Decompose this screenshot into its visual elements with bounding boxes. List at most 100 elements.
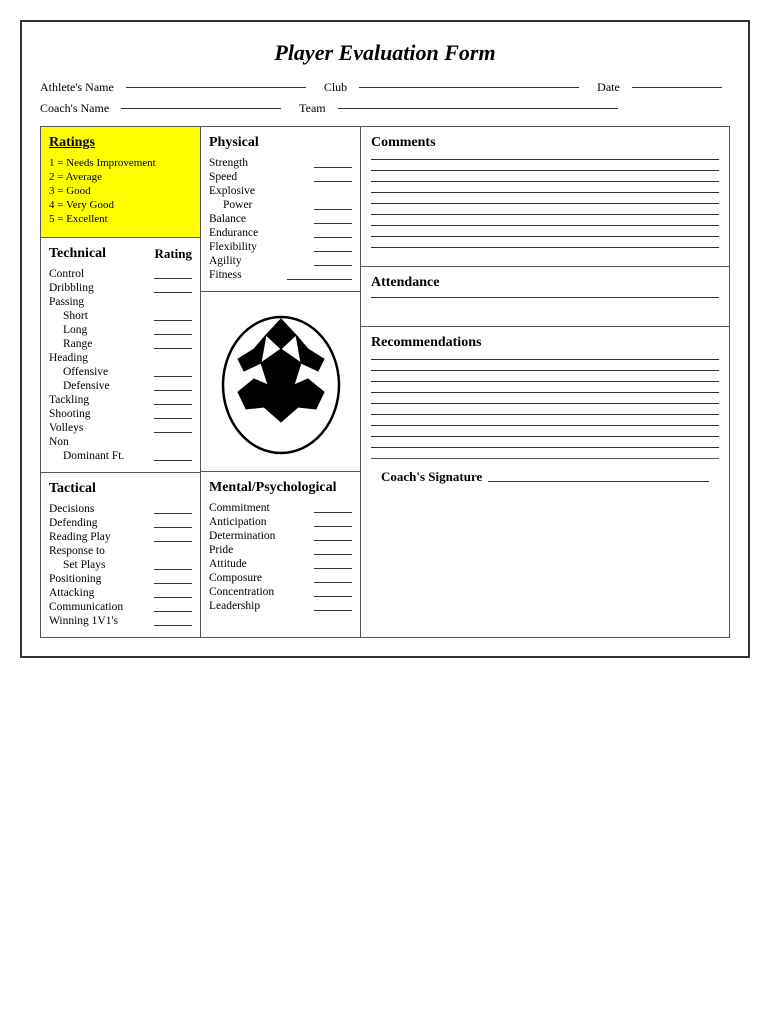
skill-name: Attacking <box>49 587 94 599</box>
skill-offensive: Offensive <box>49 366 192 378</box>
skill-rating[interactable] <box>314 559 352 569</box>
rating-item-5: 5 = Excellent <box>49 213 192 225</box>
skill-rating[interactable] <box>154 283 192 293</box>
skill-rating[interactable] <box>314 601 352 611</box>
skill-rating[interactable] <box>314 545 352 555</box>
skill-name: Dominant Ft. <box>63 450 124 462</box>
skill-rating[interactable] <box>154 269 192 279</box>
skill-rating[interactable] <box>154 602 192 612</box>
skill-rating[interactable] <box>314 573 352 583</box>
skill-name: Defending <box>49 517 98 529</box>
mental-commitment: Commitment <box>209 502 352 514</box>
skill-name: Anticipation <box>209 516 267 528</box>
date-field[interactable] <box>632 87 722 88</box>
skill-name: Power <box>223 199 252 211</box>
skill-rating[interactable] <box>154 339 192 349</box>
skill-long: Long <box>49 324 192 336</box>
skill-dribbling: Dribbling <box>49 282 192 294</box>
skill-rating[interactable] <box>314 256 352 266</box>
mental-leadership: Leadership <box>209 600 352 612</box>
skill-name: Communication <box>49 601 123 613</box>
ratings-box: Ratings 1 = Needs Improvement 2 = Averag… <box>41 127 200 238</box>
skill-rating[interactable] <box>314 228 352 238</box>
skill-attacking: Attacking <box>49 587 192 599</box>
skill-rating[interactable] <box>154 532 192 542</box>
team-field[interactable] <box>338 108 618 109</box>
skill-rating[interactable] <box>314 517 352 527</box>
recommendations-title: Recommendations <box>371 335 719 351</box>
rec-line <box>371 370 719 371</box>
skill-name: Composure <box>209 572 262 584</box>
phys-endurance: Endurance <box>209 227 352 239</box>
skill-rating[interactable] <box>154 560 192 570</box>
rec-line <box>371 392 719 393</box>
phys-balance: Balance <box>209 213 352 225</box>
left-column: Ratings 1 = Needs Improvement 2 = Averag… <box>41 127 201 637</box>
skill-rating[interactable] <box>314 531 352 541</box>
club-label: Club <box>324 80 347 95</box>
comment-line <box>371 203 719 204</box>
skill-response-to: Response to <box>49 545 192 557</box>
coaches-sig-label: Coach's Signature <box>381 469 482 485</box>
skill-rating[interactable] <box>154 504 192 514</box>
technical-title: Technical <box>49 246 106 262</box>
skill-rating[interactable] <box>314 214 352 224</box>
rec-line <box>371 381 719 382</box>
skill-rating[interactable] <box>154 395 192 405</box>
skill-rating[interactable] <box>154 409 192 419</box>
skill-rating[interactable] <box>154 423 192 433</box>
skill-name: Winning 1V1's <box>49 615 118 627</box>
skill-rating[interactable] <box>154 518 192 528</box>
phys-strength: Strength <box>209 157 352 169</box>
skill-rating[interactable] <box>314 242 352 252</box>
skill-rating[interactable] <box>154 451 192 461</box>
comment-line <box>371 247 719 248</box>
sig-line[interactable] <box>488 472 709 482</box>
skill-rating[interactable] <box>314 503 352 513</box>
tactical-title: Tactical <box>49 481 192 497</box>
skill-rating[interactable] <box>154 367 192 377</box>
header-row1: Athlete's Name Club Date <box>40 80 730 95</box>
athlete-field[interactable] <box>126 87 306 88</box>
skill-set-plays: Set Plays <box>49 559 192 571</box>
coach-label: Coach's Name <box>40 101 109 116</box>
skill-name: Speed <box>209 171 237 183</box>
rating-item-2: 2 = Average <box>49 171 192 183</box>
phys-explosive: Explosive <box>209 185 352 197</box>
coach-field[interactable] <box>121 108 281 109</box>
phys-speed: Speed <box>209 171 352 183</box>
right-column: Comments Attendance Recommendations <box>361 127 729 637</box>
skill-rating[interactable] <box>314 587 352 597</box>
skill-rating[interactable] <box>314 172 352 182</box>
skill-rating[interactable] <box>154 381 192 391</box>
tactical-section: Tactical Decisions Defending Reading Pla… <box>41 473 200 637</box>
physical-section: Physical Strength Speed Explosive Power <box>201 127 360 292</box>
club-field[interactable] <box>359 87 579 88</box>
skill-rating[interactable] <box>154 588 192 598</box>
skill-name: Endurance <box>209 227 258 239</box>
skill-name: Concentration <box>209 586 274 598</box>
soccer-ball-icon <box>216 307 346 457</box>
skill-rating[interactable] <box>314 200 352 210</box>
skill-rating[interactable] <box>154 574 192 584</box>
phys-fitness: Fitness <box>209 269 352 281</box>
skill-rating[interactable] <box>287 270 352 280</box>
skill-name: Passing <box>49 296 84 308</box>
attendance-title: Attendance <box>371 275 719 291</box>
skill-rating[interactable] <box>314 158 352 168</box>
skill-name: Response to <box>49 545 105 557</box>
comments-section: Comments <box>361 127 729 267</box>
skill-rating[interactable] <box>154 616 192 626</box>
skill-decisions: Decisions <box>49 503 192 515</box>
mental-determination: Determination <box>209 530 352 542</box>
skill-rating[interactable] <box>154 311 192 321</box>
rating-item-3: 3 = Good <box>49 185 192 197</box>
mental-concentration: Concentration <box>209 586 352 598</box>
skill-name: Defensive <box>63 380 110 392</box>
skill-rating[interactable] <box>154 325 192 335</box>
skill-name: Positioning <box>49 573 101 585</box>
rec-line <box>371 403 719 404</box>
skill-name: Leadership <box>209 600 260 612</box>
skill-tackling: Tackling <box>49 394 192 406</box>
page: Player Evaluation Form Athlete's Name Cl… <box>20 20 750 658</box>
